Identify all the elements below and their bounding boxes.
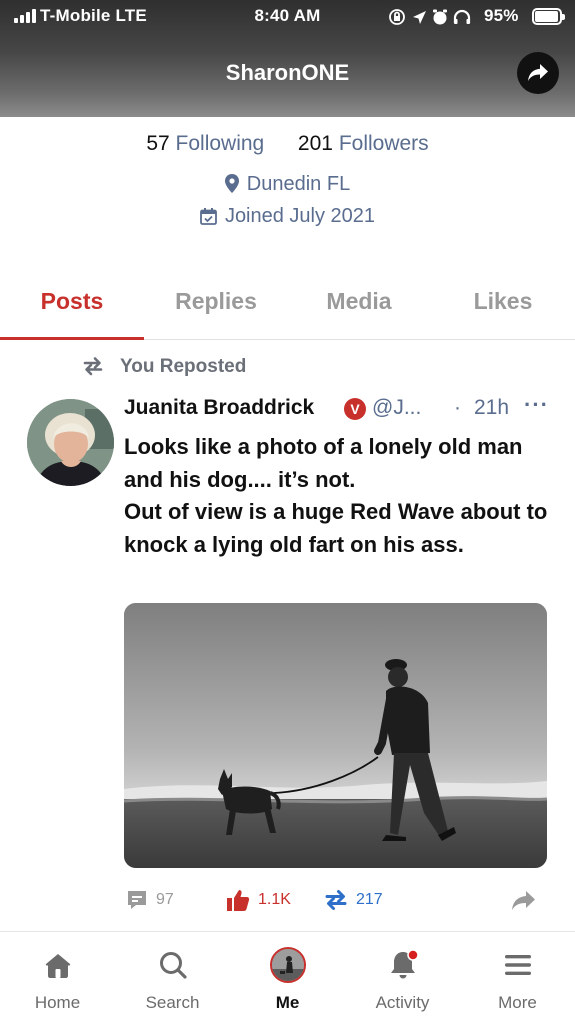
nav-me[interactable]: Me bbox=[230, 946, 345, 1013]
share-arrow-icon bbox=[512, 891, 535, 910]
profile-avatar-icon bbox=[269, 947, 306, 983]
battery-icon bbox=[532, 8, 565, 25]
like-count: 1.1K bbox=[258, 891, 291, 908]
repost-button[interactable]: 217 bbox=[324, 886, 383, 914]
profile-tabs: Posts Replies Media Likes bbox=[0, 268, 575, 340]
status-bar: T-Mobile LTE 8:40 AM 95% bbox=[0, 0, 575, 34]
followers-count: 201 bbox=[297, 132, 333, 155]
beach-photo bbox=[124, 603, 547, 868]
nav-activity[interactable]: Activity bbox=[345, 946, 460, 1013]
bottom-navigation: Home Search Me Activity More bbox=[0, 932, 575, 1024]
page-title: SharonONE bbox=[225, 60, 350, 85]
more-options-button[interactable]: ··· bbox=[524, 392, 549, 418]
nav-more[interactable]: More bbox=[460, 946, 575, 1013]
follow-stats: 57 Following 201 Followers bbox=[0, 132, 575, 156]
post-share-button[interactable] bbox=[511, 886, 537, 914]
tab-replies[interactable]: Replies bbox=[144, 288, 288, 315]
comment-icon bbox=[128, 891, 146, 909]
post-image[interactable] bbox=[124, 603, 547, 868]
post-header: Juanita Broaddrick V @J... · 21h ··· bbox=[124, 392, 564, 424]
following-count: 57 bbox=[146, 132, 170, 155]
followers-label: Followers bbox=[338, 132, 429, 155]
bell-icon bbox=[390, 949, 419, 979]
following-label: Following bbox=[175, 132, 265, 155]
share-button[interactable] bbox=[517, 52, 559, 94]
following-link[interactable]: 57 Following bbox=[146, 132, 270, 155]
repost-indicator: You Reposted bbox=[82, 356, 246, 378]
profile-joined: Joined July 2021 bbox=[0, 205, 575, 228]
post-actions: 97 1.1K 217 bbox=[126, 886, 546, 914]
comment-count: 97 bbox=[156, 891, 174, 908]
status-icons bbox=[389, 9, 471, 25]
tab-media[interactable]: Media bbox=[287, 288, 431, 315]
author-name[interactable]: Juanita Broaddrick bbox=[124, 396, 314, 420]
profile-header: T-Mobile LTE 8:40 AM 95% SharonONE bbox=[0, 0, 575, 117]
repost-icon bbox=[325, 890, 347, 910]
tab-posts[interactable]: Posts bbox=[0, 288, 144, 315]
nav-search-label: Search bbox=[145, 993, 200, 1012]
home-icon bbox=[45, 954, 70, 978]
calendar-icon bbox=[200, 208, 217, 225]
author-avatar[interactable] bbox=[27, 399, 114, 486]
joined-text: Joined July 2021 bbox=[224, 205, 376, 227]
repost-count: 217 bbox=[356, 891, 383, 908]
nav-search[interactable]: Search bbox=[115, 946, 230, 1013]
orientation-lock-icon bbox=[389, 9, 405, 25]
meta-separator: · bbox=[454, 396, 461, 419]
map-pin-icon bbox=[224, 174, 239, 193]
post-time: 21h bbox=[474, 396, 510, 419]
search-icon bbox=[159, 952, 187, 979]
avatar-photo bbox=[27, 399, 114, 486]
post-text-line: Looks like a photo of a lonely old man a… bbox=[124, 434, 523, 492]
nav-me-label: Me bbox=[275, 993, 300, 1012]
post-text: Looks like a photo of a lonely old man a… bbox=[124, 431, 554, 561]
nav-more-label: More bbox=[498, 993, 537, 1012]
verified-badge-icon: V bbox=[344, 398, 366, 420]
battery-percent: 95% bbox=[484, 6, 519, 25]
profile-location: Dunedin FL bbox=[0, 173, 575, 196]
tab-likes[interactable]: Likes bbox=[431, 288, 575, 315]
repost-label: You Reposted bbox=[120, 356, 247, 377]
nav-activity-label: Activity bbox=[375, 993, 430, 1012]
comment-button[interactable]: 97 bbox=[126, 886, 174, 914]
location-text: Dunedin FL bbox=[246, 173, 351, 195]
repost-icon bbox=[83, 357, 103, 376]
like-button[interactable]: 1.1K bbox=[226, 886, 291, 914]
nav-home-label: Home bbox=[34, 993, 81, 1012]
nav-home[interactable]: Home bbox=[0, 946, 115, 1013]
active-tab-indicator bbox=[0, 337, 144, 340]
alarm-icon bbox=[433, 9, 447, 25]
notification-dot bbox=[406, 949, 419, 961]
share-arrow-icon bbox=[528, 64, 548, 81]
menu-icon bbox=[504, 955, 531, 975]
author-handle[interactable]: @J... bbox=[372, 396, 421, 420]
post-text-line: Out of view is a huge Red Wave about to … bbox=[124, 499, 548, 557]
thumbs-up-icon bbox=[227, 890, 250, 911]
location-arrow-icon bbox=[413, 11, 426, 24]
followers-link[interactable]: 201 Followers bbox=[292, 132, 429, 155]
